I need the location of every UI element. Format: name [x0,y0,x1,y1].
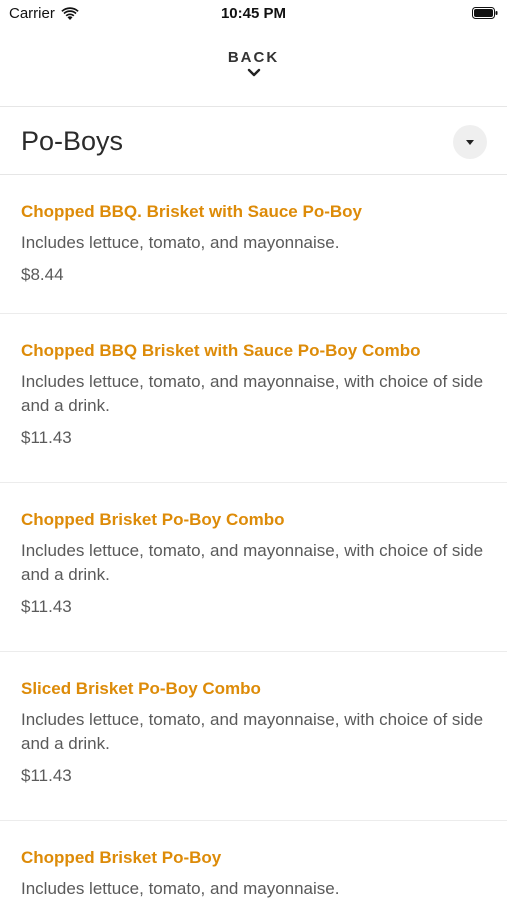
menu-item[interactable]: Chopped Brisket Po-Boy Combo Includes le… [0,483,507,652]
menu-item-description: Includes lettuce, tomato, and mayonnaise… [21,710,484,753]
section-dropdown-button[interactable] [453,125,487,159]
menu-item-name: Chopped Brisket Po-Boy [21,848,222,867]
menu-item-name: Chopped BBQ Brisket with Sauce Po-Boy Co… [21,341,421,360]
menu-item-description: Includes lettuce, tomato, and mayonnaise… [21,541,484,584]
menu-item-description: Includes lettuce, tomato, and mayonnaise… [21,233,340,252]
menu-item[interactable]: Sliced Brisket Po-Boy Combo Includes let… [0,652,507,821]
back-button[interactable]: BACK [0,44,507,106]
menu-item-price: $8.44 [21,265,64,284]
menu-item-list: Chopped BBQ. Brisket with Sauce Po-Boy I… [0,175,507,911]
menu-item-name: Sliced Brisket Po-Boy Combo [21,679,261,698]
back-label: BACK [227,49,280,66]
menu-item-name: Chopped BBQ. Brisket with Sauce Po-Boy [21,202,362,221]
battery-icon [472,7,498,19]
menu-item-price: $11.43 [21,428,72,447]
caret-down-icon [466,139,474,145]
status-time: 10:45 PM [220,5,287,22]
menu-item[interactable]: Chopped BBQ. Brisket with Sauce Po-Boy I… [0,175,507,314]
menu-item[interactable]: Chopped Brisket Po-Boy Includes lettuce,… [0,821,507,911]
menu-item-price: $11.43 [21,597,72,616]
menu-item-description: Includes lettuce, tomato, and mayonnaise… [21,372,484,415]
section-title: Po-Boys [21,126,124,156]
menu-item-price: $11.43 [21,766,72,785]
menu-item[interactable]: Chopped BBQ Brisket with Sauce Po-Boy Co… [0,314,507,483]
status-bar: Carrier 10:45 PM [0,0,507,28]
divider [0,106,507,107]
menu-item-description: Includes lettuce, tomato, and mayonnaise… [21,879,340,898]
menu-item-name: Chopped Brisket Po-Boy Combo [21,510,285,529]
chevron-down-icon [247,68,260,77]
section-header: Po-Boys [0,108,507,174]
